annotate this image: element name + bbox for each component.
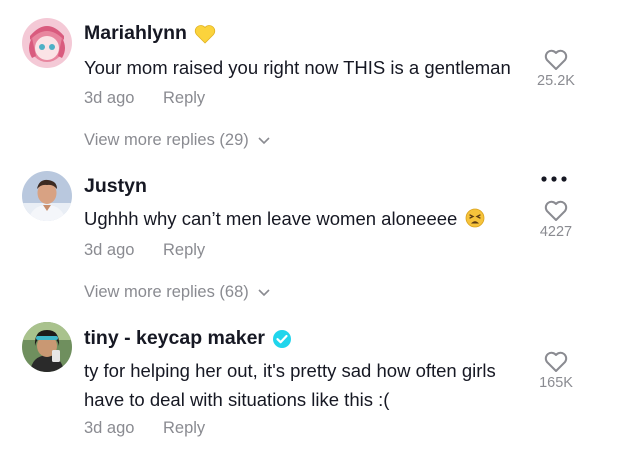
comment-meta: 3d ago Reply: [84, 89, 205, 108]
comment-meta: 3d ago Reply: [84, 419, 205, 438]
reply-button[interactable]: Reply: [163, 241, 205, 260]
heart-outline-icon: [544, 49, 568, 70]
chevron-down-icon: [258, 136, 270, 144]
heart-outline-icon: [544, 200, 568, 221]
comment-meta: 3d ago Reply: [84, 241, 205, 260]
comment-username[interactable]: Justyn: [84, 175, 147, 198]
avatar[interactable]: [22, 18, 72, 68]
username-text: tiny - keycap maker: [84, 327, 266, 349]
verified-badge-icon: [272, 329, 292, 349]
yellow-heart-icon: [194, 24, 216, 44]
comment-username[interactable]: tiny - keycap maker: [84, 327, 292, 350]
comment-timestamp: 3d ago: [84, 241, 135, 259]
like-button[interactable]: 25.2K: [528, 49, 584, 89]
comment-text-content: ty for helping her out, it's pretty sad …: [84, 360, 496, 410]
tired-face-emoji-icon: [465, 207, 485, 236]
avatar[interactable]: [22, 171, 72, 221]
like-count: 165K: [539, 375, 573, 391]
comment-username[interactable]: Mariahlynn: [84, 22, 216, 45]
comment-text-content: Your mom raised you right now THIS is a …: [84, 57, 511, 78]
heart-outline-icon: [544, 351, 568, 372]
view-more-replies-label: View more replies (68): [84, 283, 249, 301]
comment-timestamp: 3d ago: [84, 419, 135, 437]
like-button[interactable]: 4227: [528, 200, 584, 240]
chevron-down-icon: [258, 288, 270, 296]
like-count: 25.2K: [537, 73, 575, 89]
comment-text: Ughhh why can’t men leave women aloneeee: [84, 204, 544, 236]
more-options-icon[interactable]: [540, 170, 568, 188]
view-more-replies-button[interactable]: View more replies (68): [84, 283, 270, 302]
comment-text-content: Ughhh why can’t men leave women aloneeee: [84, 208, 458, 229]
username-text: Justyn: [84, 175, 147, 197]
view-more-replies-button[interactable]: View more replies (29): [84, 131, 270, 150]
reply-button[interactable]: Reply: [163, 419, 205, 438]
comment-timestamp: 3d ago: [84, 89, 135, 107]
username-text: Mariahlynn: [84, 22, 187, 44]
comment-text: ty for helping her out, it's pretty sad …: [84, 356, 524, 414]
reply-button[interactable]: Reply: [163, 89, 205, 108]
view-more-replies-label: View more replies (29): [84, 131, 249, 149]
like-count: 4227: [539, 224, 573, 240]
like-button[interactable]: 165K: [528, 351, 584, 391]
avatar[interactable]: [22, 322, 72, 372]
comment-text: Your mom raised you right now THIS is a …: [84, 53, 524, 82]
